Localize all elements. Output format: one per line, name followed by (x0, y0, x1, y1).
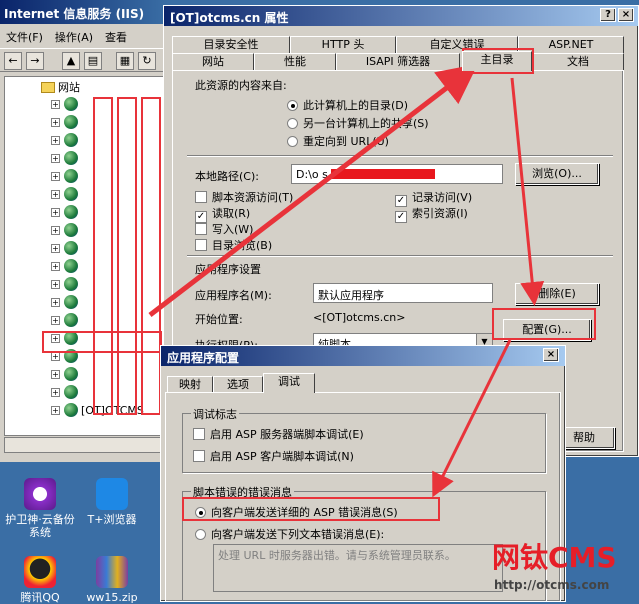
arrow-config-to-errors (432, 339, 512, 498)
tab-debugging[interactable]: 调试 (263, 373, 315, 393)
watermark-brand: 网钛CMS (492, 541, 617, 574)
arrow-tab-to-config (510, 77, 545, 306)
arrow-site-to-tab (148, 63, 478, 317)
tab-home-directory[interactable]: 主目录 (462, 51, 532, 71)
watermark-url: http://otcms.com (494, 578, 610, 592)
annotation-arrows (148, 63, 545, 498)
